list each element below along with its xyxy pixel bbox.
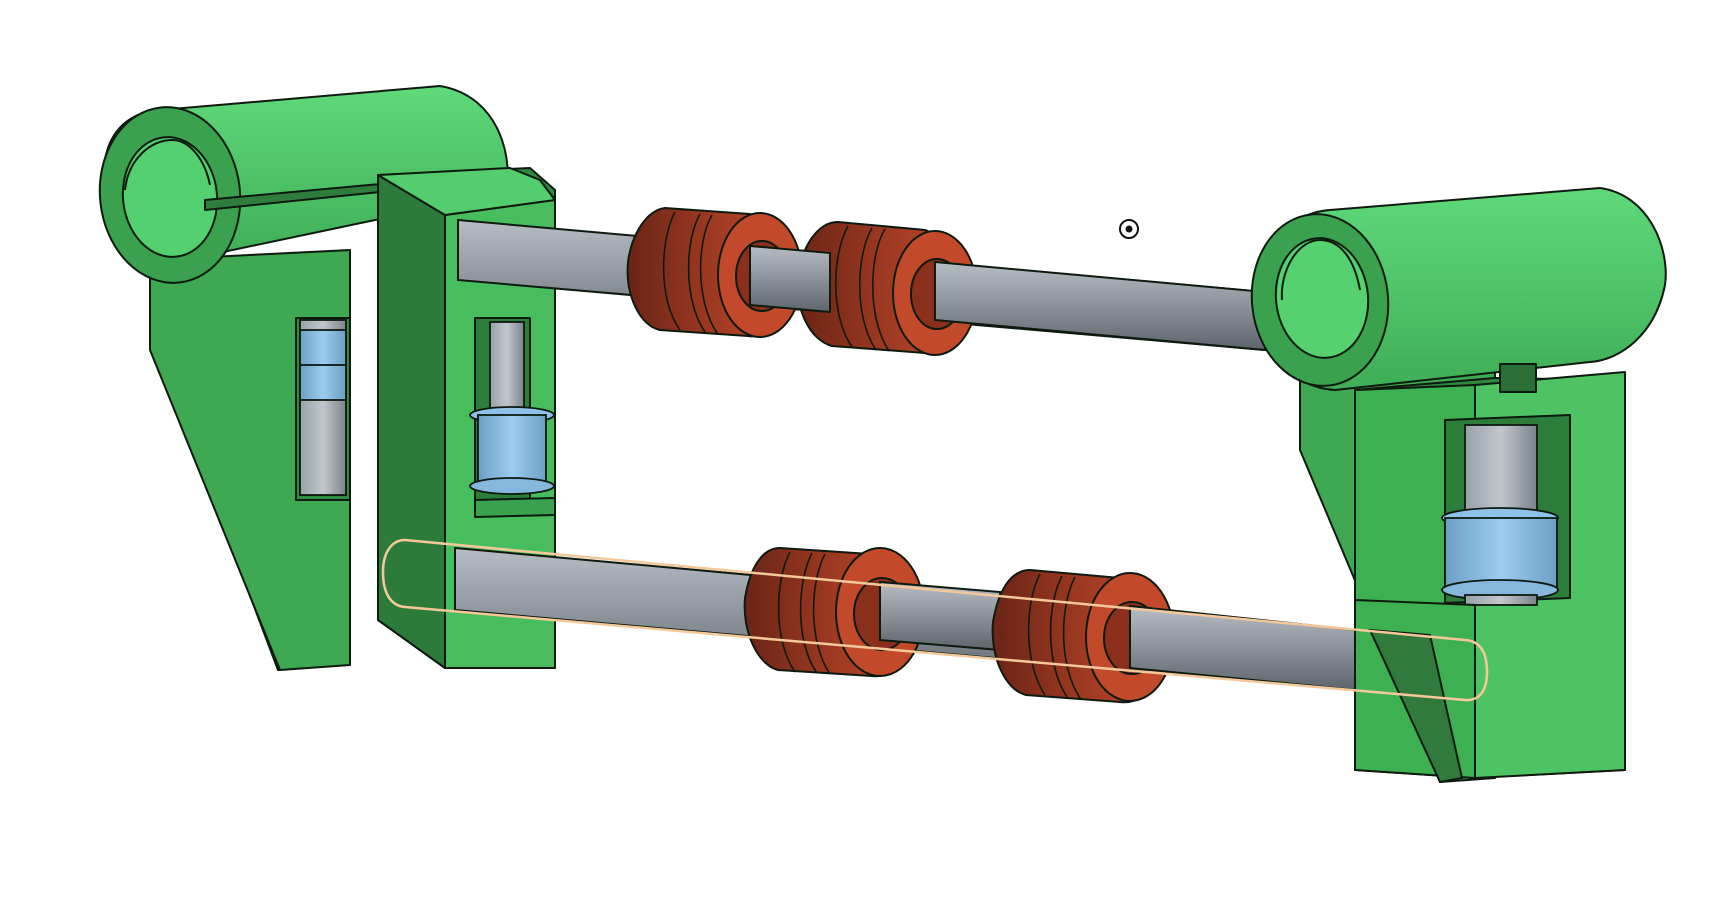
view-center-target-icon xyxy=(1119,219,1139,239)
cad-3d-viewport[interactable] xyxy=(0,0,1732,918)
cad-model-canvas[interactable] xyxy=(0,0,1732,918)
top-rod-right xyxy=(934,260,1266,352)
bottom-rod-middle xyxy=(879,580,1001,652)
top-rod-middle xyxy=(749,244,831,314)
